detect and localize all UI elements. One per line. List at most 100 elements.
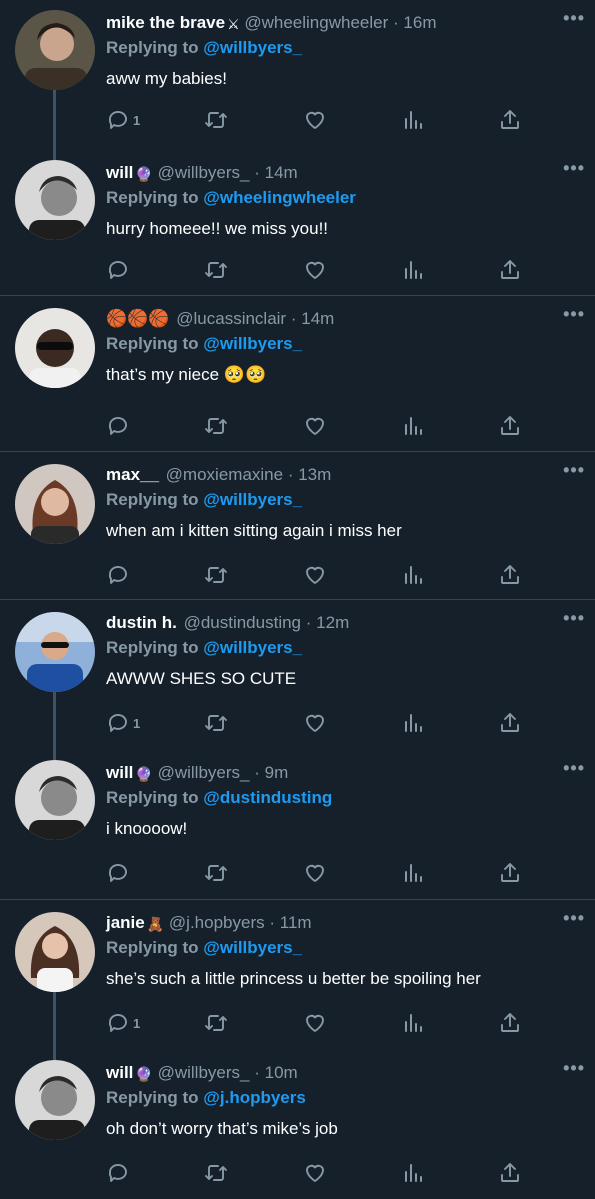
tweet[interactable]: mike the brave ⚔ @wheelingwheeler · 16m R… (0, 0, 595, 150)
avatar[interactable] (15, 464, 95, 544)
more-icon[interactable]: ••• (563, 908, 585, 929)
user-handle[interactable]: @willbyers_ (158, 1063, 250, 1082)
retweet-button[interactable] (204, 860, 228, 886)
timestamp[interactable]: 10m (265, 1063, 298, 1082)
like-button[interactable] (303, 413, 327, 439)
display-name[interactable]: will (106, 163, 133, 182)
display-name[interactable]: will (106, 763, 133, 782)
share-button[interactable] (498, 1010, 522, 1036)
display-name[interactable]: max__ (106, 465, 159, 484)
replying-to-label: Replying to (106, 188, 199, 207)
more-icon[interactable]: ••• (563, 1058, 585, 1079)
timestamp[interactable]: 13m (298, 465, 331, 484)
reply-button[interactable]: 1 (106, 1010, 140, 1036)
more-icon[interactable]: ••• (563, 608, 585, 629)
views-button[interactable] (401, 710, 425, 736)
retweet-button[interactable] (204, 107, 228, 133)
reply-button[interactable]: 1 (106, 710, 140, 736)
avatar[interactable] (15, 612, 95, 692)
views-button[interactable] (401, 1010, 425, 1036)
mention-link[interactable]: @willbyers_ (203, 334, 302, 353)
views-button[interactable] (401, 562, 425, 588)
reply-button[interactable] (106, 860, 133, 886)
user-handle[interactable]: @willbyers_ (158, 763, 250, 782)
mention-link[interactable]: @willbyers_ (203, 638, 302, 657)
thread-line (53, 150, 56, 160)
user-handle[interactable]: @lucassinclair (176, 309, 286, 328)
avatar[interactable] (15, 760, 95, 840)
reply-button[interactable] (106, 413, 133, 439)
timestamp[interactable]: 12m (316, 613, 349, 632)
tweet[interactable]: will 🔮 @willbyers_ · 9m Replying to @dust… (0, 750, 595, 900)
mention-link[interactable]: @dustindusting (203, 788, 332, 807)
mention-link[interactable]: @wheelingwheeler (203, 188, 356, 207)
display-name[interactable]: mike the brave (106, 13, 225, 32)
timestamp[interactable]: 14m (265, 163, 298, 182)
timestamp[interactable]: 16m (403, 13, 436, 32)
tweet[interactable]: max__ @moxiemaxine · 13m Replying to @wi… (0, 452, 595, 600)
user-handle[interactable]: @moxiemaxine (166, 465, 283, 484)
tweet[interactable]: will 🔮 @willbyers_ · 14m Replying to @whe… (0, 150, 595, 296)
tweet[interactable]: dustin h. @dustindusting · 12m Replying … (0, 600, 595, 750)
like-button[interactable] (303, 1160, 327, 1186)
mention-link[interactable]: @willbyers_ (203, 938, 302, 957)
tweet[interactable]: 🏀🏀🏀 @lucassinclair · 14m Replying to @wi… (0, 296, 595, 452)
tweet[interactable]: janie 🧸 @j.hopbyers · 11m Replying to @wi… (0, 900, 595, 1050)
reply-button[interactable] (106, 562, 133, 588)
mention-link[interactable]: @willbyers_ (203, 38, 302, 57)
like-button[interactable] (303, 107, 327, 133)
more-icon[interactable]: ••• (563, 304, 585, 325)
reply-button[interactable] (106, 257, 133, 283)
like-button[interactable] (303, 860, 327, 886)
views-button[interactable] (401, 107, 425, 133)
like-button[interactable] (303, 710, 327, 736)
views-button[interactable] (401, 413, 425, 439)
share-button[interactable] (498, 257, 522, 283)
share-button[interactable] (498, 562, 522, 588)
like-button[interactable] (303, 562, 327, 588)
share-button[interactable] (498, 107, 522, 133)
avatar-image (15, 308, 95, 388)
views-button[interactable] (401, 860, 425, 886)
avatar[interactable] (15, 1060, 95, 1140)
share-button[interactable] (498, 860, 522, 886)
avatar[interactable] (15, 308, 95, 388)
retweet-button[interactable] (204, 257, 228, 283)
more-icon[interactable]: ••• (563, 758, 585, 779)
display-name[interactable]: 🏀🏀🏀 (106, 309, 170, 328)
heart-icon (306, 111, 324, 129)
retweet-button[interactable] (204, 710, 228, 736)
mention-link[interactable]: @j.hopbyers (203, 1088, 306, 1107)
retweet-button[interactable] (204, 562, 228, 588)
timestamp[interactable]: 14m (301, 309, 334, 328)
avatar[interactable] (15, 912, 95, 992)
like-button[interactable] (303, 1010, 327, 1036)
reply-button[interactable]: 1 (106, 107, 140, 133)
display-name[interactable]: will (106, 1063, 133, 1082)
more-icon[interactable]: ••• (563, 460, 585, 481)
avatar[interactable] (15, 10, 95, 90)
retweet-button[interactable] (204, 413, 228, 439)
tweet[interactable]: will 🔮 @willbyers_ · 10m Replying to @j.h… (0, 1050, 595, 1199)
user-handle[interactable]: @dustindusting (184, 613, 301, 632)
retweet-button[interactable] (204, 1010, 228, 1036)
display-name[interactable]: dustin h. (106, 613, 177, 632)
user-handle[interactable]: @wheelingwheeler (244, 13, 388, 32)
avatar[interactable] (15, 160, 95, 240)
more-icon[interactable]: ••• (563, 158, 585, 179)
views-button[interactable] (401, 257, 425, 283)
timestamp[interactable]: 11m (280, 913, 312, 932)
reply-button[interactable] (106, 1160, 133, 1186)
share-button[interactable] (498, 710, 522, 736)
views-button[interactable] (401, 1160, 425, 1186)
retweet-button[interactable] (204, 1160, 228, 1186)
more-icon[interactable]: ••• (563, 8, 585, 29)
like-button[interactable] (303, 257, 327, 283)
timestamp[interactable]: 9m (265, 763, 289, 782)
share-button[interactable] (498, 1160, 522, 1186)
user-handle[interactable]: @j.hopbyers (169, 913, 265, 932)
share-button[interactable] (498, 413, 522, 439)
user-handle[interactable]: @willbyers_ (158, 163, 250, 182)
display-name[interactable]: janie (106, 913, 145, 932)
mention-link[interactable]: @willbyers_ (203, 490, 302, 509)
